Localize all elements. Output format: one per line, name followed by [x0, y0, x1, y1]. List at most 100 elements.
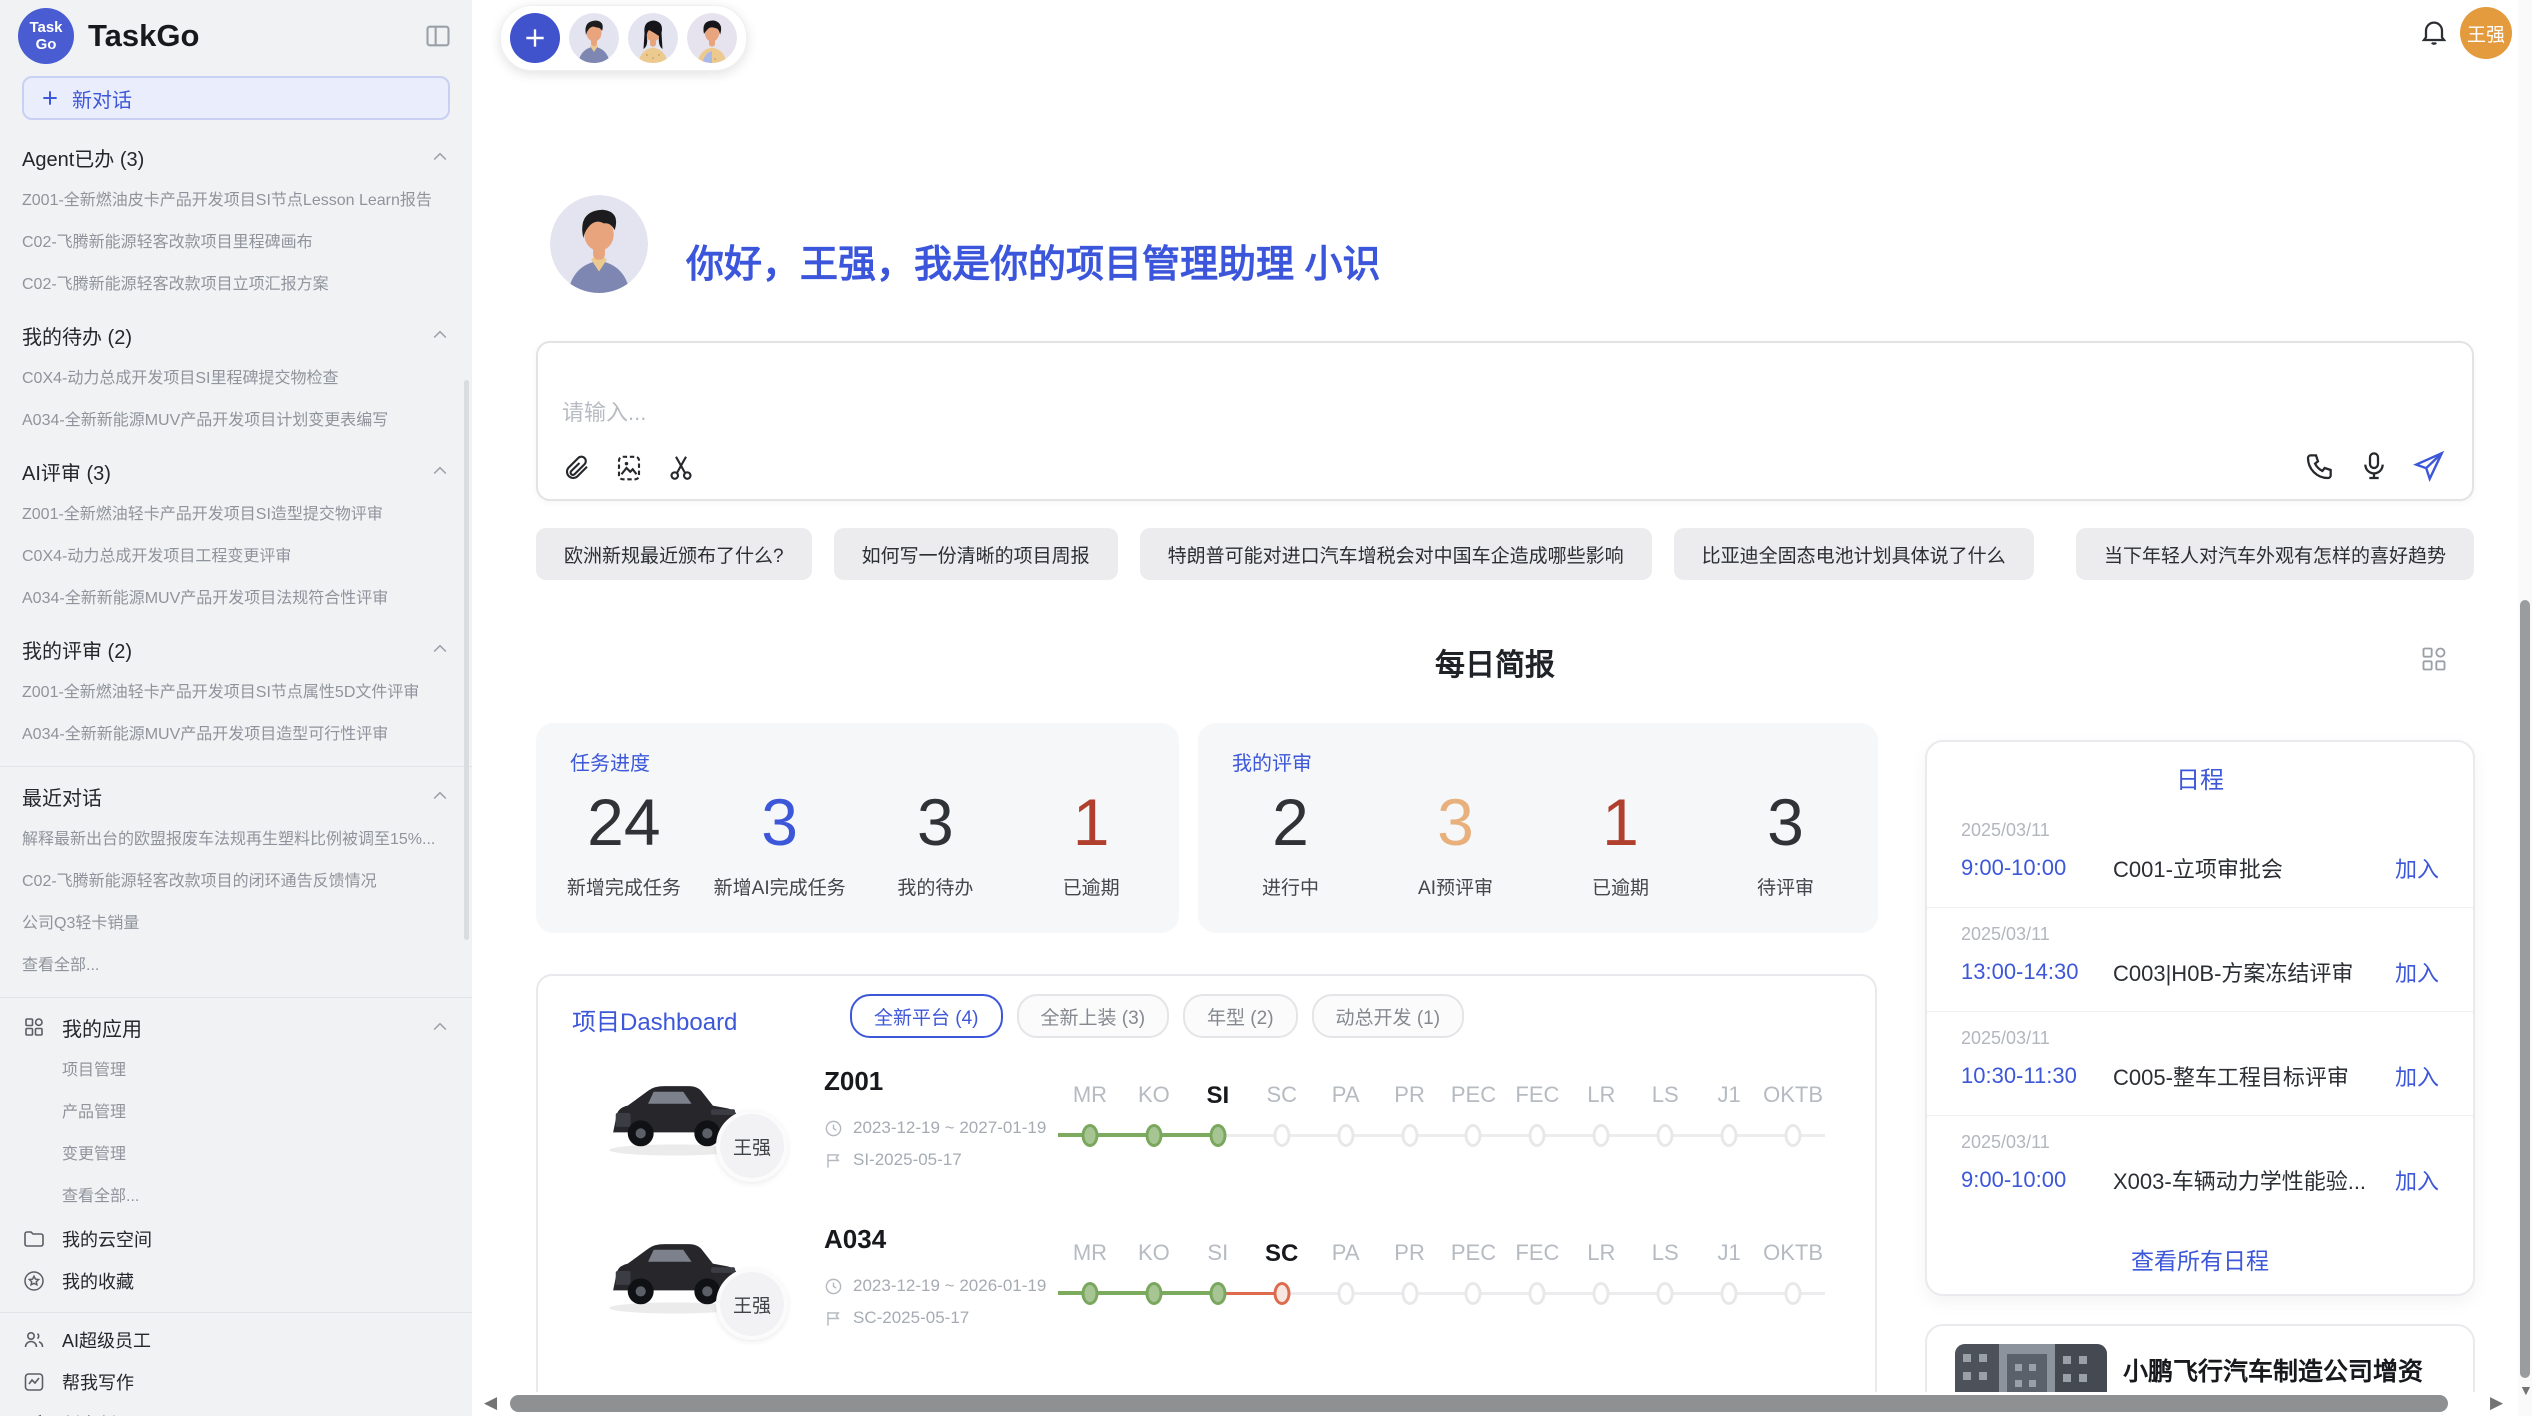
milestone-node: [1721, 1282, 1738, 1305]
image-icon[interactable]: [614, 453, 644, 483]
scissors-icon[interactable]: [666, 453, 696, 483]
recent-chat-item[interactable]: 公司Q3轻卡销量: [22, 903, 450, 945]
sidebar-item[interactable]: C02-飞腾新能源轻客改款项目立项汇报方案: [22, 264, 450, 306]
clock-icon: [824, 1119, 843, 1138]
sidebar-item[interactable]: A034-全新新能源MUV产品开发项目造型可行性评审: [22, 714, 450, 756]
project-date-text: 2023-12-19 ~ 2027-01-19: [853, 1118, 1046, 1138]
milestone-label: PR: [1378, 1082, 1442, 1108]
event-join-link[interactable]: 加入: [2395, 1060, 2439, 1092]
sidebar-section-header[interactable]: Agent已办 (3): [22, 134, 450, 180]
event-date: 2025/03/11: [1961, 924, 2050, 945]
send-icon[interactable]: [2412, 449, 2446, 483]
suggestion-chip[interactable]: 如何写一份清晰的项目周报: [834, 528, 1118, 580]
sidebar-item[interactable]: C0X4-动力总成开发项目SI里程碑提交物检查: [22, 358, 450, 400]
sidebar-tool[interactable]: 帮我写作: [22, 1361, 450, 1403]
suggestion-chip[interactable]: 当下年轻人对汽车外观有怎样的喜好趋势: [2076, 528, 2474, 580]
project-row[interactable]: 王强A0342023-12-19 ~ 2026-01-19SC-2025-05-…: [538, 1212, 1875, 1370]
project-flag-text: SI-2025-05-17: [853, 1150, 962, 1170]
app-item[interactable]: 变更管理: [22, 1134, 450, 1176]
mic-icon[interactable]: [2358, 450, 2390, 482]
recent-chat-item[interactable]: C02-飞腾新能源轻客改款项目的闭环通告反馈情况: [22, 861, 450, 903]
scroll-right-icon[interactable]: ▶: [2490, 1393, 2503, 1413]
milestone-node: [1145, 1282, 1162, 1305]
sidebar-scrollbar[interactable]: [464, 380, 469, 940]
event-join-link[interactable]: 加入: [2395, 1164, 2439, 1196]
vertical-scroll-thumb[interactable]: [2520, 600, 2530, 1378]
event-name: C001-立项审批会: [2113, 852, 2395, 884]
user-avatar[interactable]: 王强: [2460, 7, 2512, 59]
sidebar-section-title: AI评审 (3): [22, 457, 111, 486]
event-time: 9:00-10:00: [1961, 855, 2113, 881]
dashboard-tab[interactable]: 年型 (2): [1183, 994, 1298, 1038]
sidebar-section-header[interactable]: 我的待办 (2): [22, 312, 450, 358]
sidebar-section-header[interactable]: AI评审 (3): [22, 448, 450, 494]
scroll-down-icon[interactable]: ▼: [2519, 1382, 2532, 1398]
app-item[interactable]: 产品管理: [22, 1092, 450, 1134]
sidebar-section-header[interactable]: 我的评审 (2): [22, 626, 450, 672]
milestone-label: OKTB: [1761, 1240, 1825, 1266]
app-item[interactable]: 项目管理: [22, 1050, 450, 1092]
agent-avatar[interactable]: [569, 13, 619, 63]
milestone-label: LR: [1569, 1082, 1633, 1108]
sidebar-collapse-icon[interactable]: [424, 22, 452, 50]
add-agent-button[interactable]: [510, 13, 560, 63]
event-join-link[interactable]: 加入: [2395, 852, 2439, 884]
suggestion-chip[interactable]: 比亚迪全固态电池计划具体说了什么: [1674, 528, 2034, 580]
stat-value: 3: [761, 779, 798, 865]
project-owner-badge: 王强: [716, 1110, 788, 1182]
suggestion-chip[interactable]: 特朗普可能对进口汽车增税会对中国车企造成哪些影响: [1140, 528, 1652, 580]
sidebar-item[interactable]: A034-全新新能源MUV产品开发项目计划变更表编写: [22, 400, 450, 442]
stat-item: 24新增完成任务: [546, 779, 702, 919]
sidebar-item[interactable]: Z001-全新燃油轻卡产品开发项目SI造型提交物评审: [22, 494, 450, 536]
my-apps-title: 我的应用: [62, 1013, 142, 1042]
event-join-link[interactable]: 加入: [2395, 956, 2439, 988]
recent-chat-item[interactable]: 查看全部...: [22, 945, 450, 987]
paperclip-icon[interactable]: [562, 453, 592, 483]
sidebar-item[interactable]: Z001-全新燃油轻卡产品开发项目SI节点属性5D文件评审: [22, 672, 450, 714]
sidebar-item[interactable]: Z001-全新燃油皮卡产品开发项目SI节点Lesson Learn报告: [22, 180, 450, 222]
recent-chats-header[interactable]: 最近对话: [22, 773, 450, 819]
sidebar-item[interactable]: A034-全新新能源MUV产品开发项目法规符合性评审: [22, 578, 450, 620]
sidebar-tool[interactable]: 创意制图: [22, 1403, 450, 1416]
suggestion-chip[interactable]: 欧洲新规最近颁布了什么?: [536, 528, 812, 580]
phone-icon[interactable]: [2304, 450, 2336, 482]
horizontal-scrollbar[interactable]: ◀ ▶: [472, 1392, 2518, 1416]
horizontal-scroll-thumb[interactable]: [510, 1395, 2448, 1412]
recent-chat-item[interactable]: 解释最新出台的欧盟报废车法规再生塑料比例被调至15%...: [22, 819, 450, 861]
dashboard-tab[interactable]: 全新上装 (3): [1017, 994, 1170, 1038]
view-all-schedule-link[interactable]: 查看所有日程: [1927, 1242, 2473, 1276]
milestone: FEC: [1505, 1212, 1569, 1370]
dashboard-tab[interactable]: 全新平台 (4): [850, 994, 1003, 1038]
dashboard-tab[interactable]: 动总开发 (1): [1312, 994, 1465, 1038]
clock-icon: [824, 1277, 843, 1296]
briefing-layout-icon[interactable]: [2420, 645, 2448, 673]
project-date-text: 2023-12-19 ~ 2026-01-19: [853, 1276, 1046, 1296]
new-chat-button[interactable]: 新对话: [22, 76, 450, 120]
vertical-scrollbar[interactable]: ▼: [2518, 0, 2532, 1416]
notification-bell-icon[interactable]: [2418, 16, 2450, 48]
milestone-node: [1209, 1282, 1226, 1305]
my-apps-header[interactable]: 我的应用: [22, 1004, 450, 1050]
milestone-label: MR: [1058, 1240, 1122, 1266]
project-row[interactable]: 王强 Z001 2023-12-19 ~ 2027-01-19 SI-2025-05-…: [538, 1054, 1875, 1212]
agent-avatar[interactable]: [687, 13, 737, 63]
sidebar-link[interactable]: 我的收藏: [22, 1260, 450, 1302]
agent-avatar[interactable]: [628, 13, 678, 63]
sidebar-link[interactable]: 我的云空间: [22, 1218, 450, 1260]
sidebar-item[interactable]: C0X4-动力总成开发项目工程变更评审: [22, 536, 450, 578]
sidebar-item[interactable]: C02-飞腾新能源轻客改款项目里程碑画布: [22, 222, 450, 264]
app-item[interactable]: 查看全部...: [22, 1176, 450, 1218]
chat-input-box[interactable]: 请输入...: [536, 341, 2474, 501]
briefing-title: 每日简报: [472, 640, 2518, 684]
milestone-node: [1209, 1124, 1226, 1147]
event-name: C005-整车工程目标评审: [2113, 1060, 2395, 1092]
scroll-left-icon[interactable]: ◀: [484, 1393, 497, 1413]
logo-line2: Go: [36, 36, 57, 53]
avatar-man-icon: [569, 13, 619, 63]
milestone-label: LS: [1633, 1082, 1697, 1108]
stat-label: 已逾期: [1592, 873, 1649, 900]
sidebar-tool[interactable]: AI超级员工: [22, 1319, 450, 1361]
project-flag-milestone: SC-2025-05-17: [824, 1308, 969, 1328]
milestone-label: FEC: [1505, 1240, 1569, 1266]
project-code: Z001: [824, 1066, 883, 1097]
